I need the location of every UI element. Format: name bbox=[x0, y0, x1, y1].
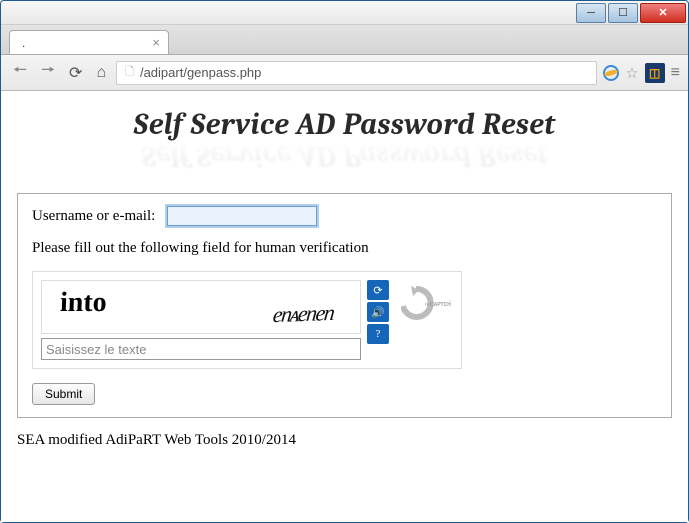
browser-window: ─ ☐ ✕ . × 🠔 🠖 ⟳ ⌂ 🗋 /adipart/genpass.php… bbox=[0, 0, 689, 523]
toolbar-right: ☆ ◫ ≡ bbox=[603, 63, 680, 83]
home-icon[interactable]: ⌂ bbox=[92, 62, 110, 84]
page-title: Self Service AD Password Reset bbox=[134, 107, 556, 142]
bookmark-icon[interactable]: ☆ bbox=[625, 64, 638, 82]
captcha-controls: ⟳ 🔊 ? bbox=[367, 280, 389, 344]
tab-title: . bbox=[22, 36, 25, 50]
tab-close-icon[interactable]: × bbox=[152, 35, 160, 50]
verification-text: Please fill out the following field for … bbox=[32, 240, 657, 257]
svg-text:CAPTCHA: CAPTCHA bbox=[430, 302, 451, 308]
username-label: Username or e-mail: bbox=[32, 208, 155, 225]
reload-icon[interactable]: ⟳ bbox=[65, 61, 86, 85]
address-bar[interactable]: 🗋 /adipart/genpass.php bbox=[116, 61, 597, 85]
back-icon[interactable]: 🠔 bbox=[9, 57, 31, 88]
captcha-word-1: into bbox=[59, 287, 107, 319]
window-title-bar: ─ ☐ ✕ bbox=[1, 1, 688, 25]
svg-text:™: ™ bbox=[449, 299, 451, 303]
footer-text: SEA modified AdiPaRT Web Tools 2010/2014 bbox=[17, 432, 672, 449]
minimize-button[interactable]: ─ bbox=[576, 3, 606, 23]
captcha-audio-icon[interactable]: 🔊 bbox=[367, 302, 389, 322]
svg-text:re: re bbox=[425, 302, 430, 308]
page-content: Self Service AD Password Reset Self Serv… bbox=[1, 91, 688, 522]
form-box: Username or e-mail: Please fill out the … bbox=[17, 193, 672, 418]
captcha-image: into enᴀenen bbox=[41, 280, 361, 334]
url-text: /adipart/genpass.php bbox=[140, 65, 261, 80]
close-button[interactable]: ✕ bbox=[640, 3, 686, 23]
page-title-reflection: Self Service AD Password Reset bbox=[17, 138, 672, 173]
maximize-button[interactable]: ☐ bbox=[608, 3, 638, 23]
tab-strip: . × bbox=[1, 25, 688, 55]
captcha-input[interactable] bbox=[41, 338, 361, 360]
menu-icon[interactable]: ≡ bbox=[671, 64, 680, 82]
captcha-help-icon[interactable]: ? bbox=[367, 324, 389, 344]
username-row: Username or e-mail: bbox=[32, 206, 657, 226]
page-title-wrap: Self Service AD Password Reset Self Serv… bbox=[17, 107, 672, 173]
window-controls: ─ ☐ ✕ bbox=[576, 3, 688, 23]
extension-icon[interactable]: ◫ bbox=[645, 63, 665, 83]
browser-toolbar: 🠔 🠖 ⟳ ⌂ 🗋 /adipart/genpass.php ☆ ◫ ≡ bbox=[1, 55, 688, 91]
forward-icon[interactable]: 🠖 bbox=[37, 57, 59, 88]
captcha-left: into enᴀenen bbox=[41, 280, 361, 360]
page-icon: 🗋 bbox=[125, 63, 134, 82]
username-input[interactable] bbox=[167, 206, 317, 226]
ie-icon[interactable] bbox=[603, 65, 619, 81]
recaptcha-logo: re CAPTCHA ™ bbox=[395, 280, 453, 324]
captcha-word-2: enᴀenen bbox=[272, 300, 335, 328]
submit-button[interactable]: Submit bbox=[32, 383, 95, 405]
browser-tab[interactable]: . × bbox=[9, 30, 169, 54]
captcha-refresh-icon[interactable]: ⟳ bbox=[367, 280, 389, 300]
captcha-widget: into enᴀenen ⟳ 🔊 ? re CAPTCHA bbox=[32, 271, 462, 369]
